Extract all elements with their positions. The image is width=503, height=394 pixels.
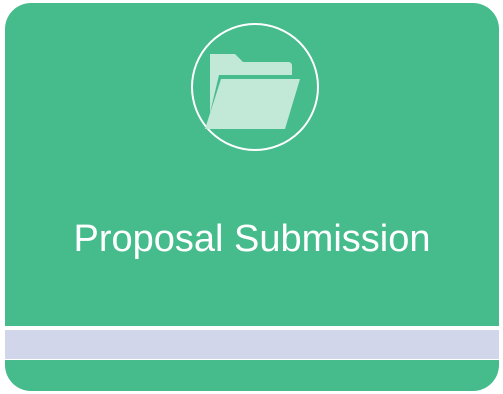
card-title: Proposal Submission [73,218,431,260]
folder-open-icon [205,54,300,129]
icon-badge [191,23,319,151]
card-divider-strip [5,329,499,360]
proposal-submission-card[interactable]: Proposal Submission [5,3,499,391]
card-footer-area [5,360,499,391]
